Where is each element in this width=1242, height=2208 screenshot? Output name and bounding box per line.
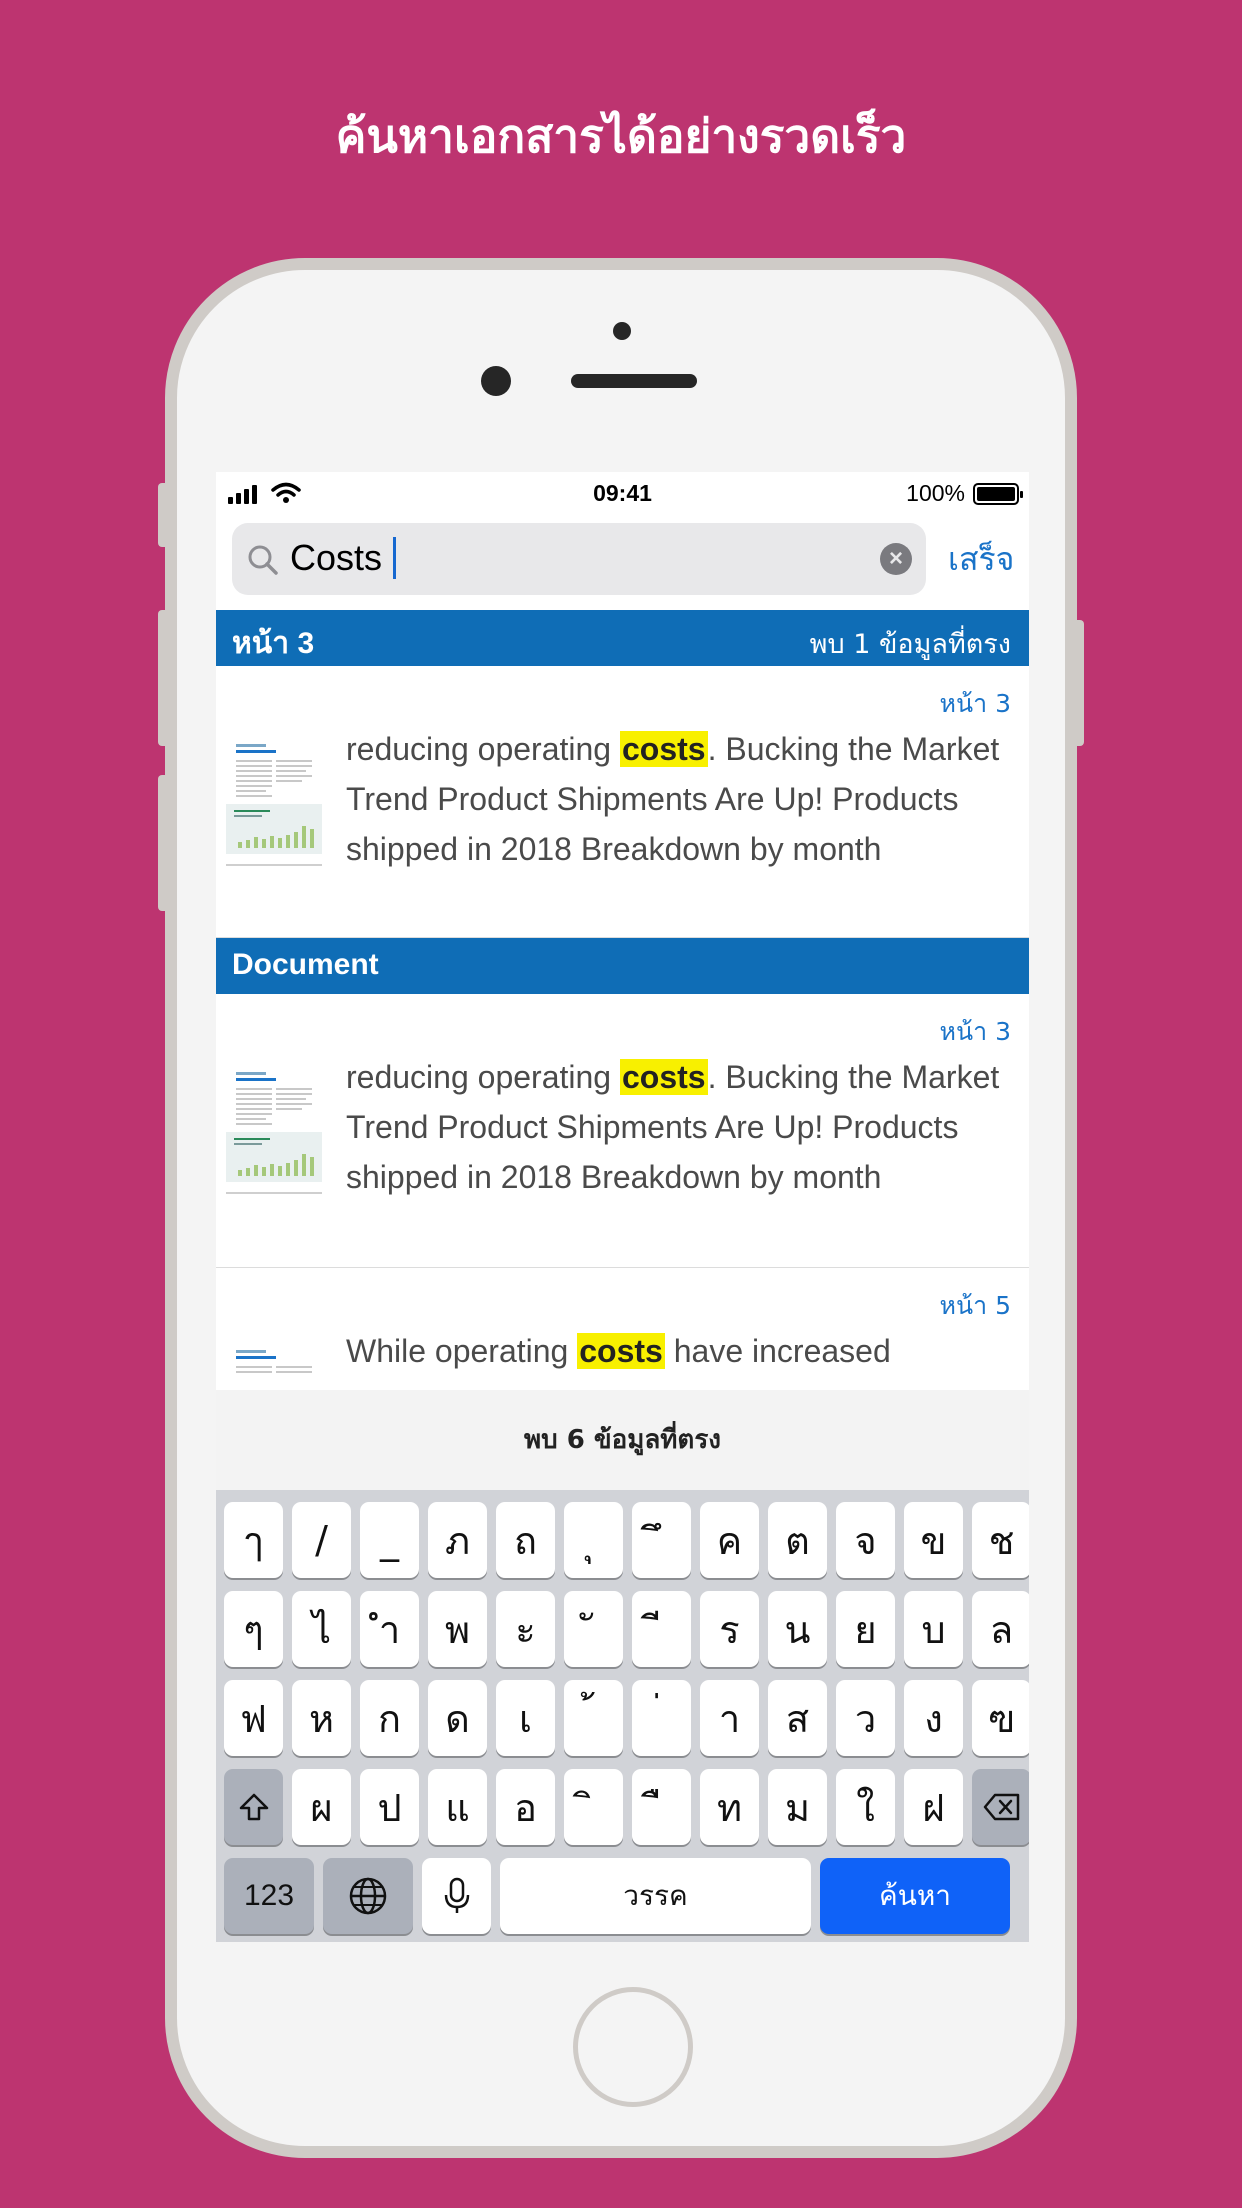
- search-key[interactable]: ค้นหา: [820, 1858, 1010, 1934]
- key[interactable]: ไ: [292, 1591, 351, 1667]
- key[interactable]: ว: [836, 1680, 895, 1756]
- key[interactable]: ป: [360, 1769, 419, 1845]
- key[interactable]: ิ: [564, 1769, 623, 1845]
- key[interactable]: ด: [428, 1680, 487, 1756]
- results-count-footer: พบ 6 ข้อมูลที่ตรง: [216, 1390, 1029, 1490]
- result-snippet: reducing operating costs. Bucking the Ma…: [346, 731, 1000, 867]
- page-thumbnail: [224, 736, 324, 876]
- key[interactable]: /: [292, 1502, 351, 1578]
- page-thumbnail: [224, 1064, 324, 1204]
- home-button[interactable]: [573, 1987, 693, 2107]
- key[interactable]: บ: [904, 1591, 963, 1667]
- key[interactable]: จ: [836, 1502, 895, 1578]
- text-cursor: [393, 537, 396, 579]
- section-match-count: พบ 1 ข้อมูลที่ตรง: [809, 629, 1011, 660]
- search-bar: × เสร็จ: [216, 516, 1029, 610]
- match-highlight: costs: [619, 731, 708, 767]
- key[interactable]: ย: [836, 1591, 895, 1667]
- section-header-page: หน้า 3 พบ 1 ข้อมูลที่ตรง: [216, 610, 1029, 666]
- keyboard-row-4: ผ ป แ อ ิ ื ท ม ใ ฝ: [224, 1769, 1029, 1845]
- globe-key[interactable]: [323, 1858, 413, 1934]
- key[interactable]: ี: [632, 1591, 691, 1667]
- result-page-label: หน้า 3: [939, 689, 1011, 718]
- search-field[interactable]: ×: [232, 523, 926, 595]
- result-snippet: reducing operating costs. Bucking the Ma…: [346, 1059, 1000, 1195]
- section-header-document: Document: [216, 938, 1029, 994]
- battery-icon: [973, 482, 1023, 505]
- shift-key[interactable]: [224, 1769, 283, 1845]
- key[interactable]: ใ: [836, 1769, 895, 1845]
- globe-icon: [349, 1877, 387, 1915]
- key[interactable]: า: [700, 1680, 759, 1756]
- keyboard-row-3: ฟ ห ก ด เ ้ ่ า ส ว ง ฃ: [224, 1680, 1029, 1756]
- key[interactable]: ้: [564, 1680, 623, 1756]
- key[interactable]: ่: [632, 1680, 691, 1756]
- shift-icon: [239, 1793, 268, 1821]
- key[interactable]: ๆ: [224, 1591, 283, 1667]
- key[interactable]: ถ: [496, 1502, 555, 1578]
- key[interactable]: ึ: [632, 1502, 691, 1578]
- result-page-label: หน้า 3: [939, 1017, 1011, 1046]
- status-bar: 09:41 100%: [216, 472, 1029, 516]
- key[interactable]: ค: [700, 1502, 759, 1578]
- key[interactable]: ฟ: [224, 1680, 283, 1756]
- key[interactable]: ฃ: [972, 1680, 1029, 1756]
- key[interactable]: ภ: [428, 1502, 487, 1578]
- key[interactable]: ง: [904, 1680, 963, 1756]
- thai-keyboard: ๅ / _ ภ ถ ุ ึ ค ต จ ข ช ๆ ไ ำ พ ะ ั ี ร …: [216, 1490, 1029, 1942]
- key[interactable]: ะ: [496, 1591, 555, 1667]
- result-page-label: หน้า 5: [939, 1291, 1011, 1320]
- search-input[interactable]: [290, 535, 850, 581]
- key[interactable]: ผ: [292, 1769, 351, 1845]
- key[interactable]: พ: [428, 1591, 487, 1667]
- front-camera: [481, 366, 511, 396]
- key[interactable]: อ: [496, 1769, 555, 1845]
- key[interactable]: ม: [768, 1769, 827, 1845]
- search-icon: [248, 545, 278, 575]
- clear-search-icon[interactable]: ×: [880, 543, 912, 575]
- done-button[interactable]: เสร็จ: [948, 534, 1014, 585]
- key[interactable]: ก: [360, 1680, 419, 1756]
- keyboard-row-2: ๆ ไ ำ พ ะ ั ี ร น ย บ ล: [224, 1591, 1029, 1667]
- result-snippet: While operating costs have increased: [346, 1333, 891, 1369]
- key[interactable]: ข: [904, 1502, 963, 1578]
- battery-percent: 100%: [906, 480, 965, 506]
- page-headline: ค้นหาเอกสารได้อย่างรวดเร็ว: [335, 109, 907, 163]
- key[interactable]: ห: [292, 1680, 351, 1756]
- microphone-icon: [444, 1877, 469, 1913]
- key[interactable]: ั: [564, 1591, 623, 1667]
- match-highlight: costs: [577, 1333, 665, 1369]
- key[interactable]: ช: [972, 1502, 1029, 1578]
- key[interactable]: ร: [700, 1591, 759, 1667]
- backspace-icon: [983, 1793, 1019, 1821]
- dictation-key[interactable]: [422, 1858, 491, 1934]
- key[interactable]: แ: [428, 1769, 487, 1845]
- front-sensor: [613, 322, 631, 340]
- backspace-key[interactable]: [972, 1769, 1029, 1845]
- key[interactable]: ฝ: [904, 1769, 963, 1845]
- search-result-item[interactable]: หน้า 3 reducing operating costs. Bucking…: [216, 994, 1029, 1268]
- key[interactable]: ื: [632, 1769, 691, 1845]
- numbers-key[interactable]: 123: [224, 1858, 314, 1934]
- key[interactable]: เ: [496, 1680, 555, 1756]
- earpiece-speaker: [571, 374, 697, 388]
- search-result-item[interactable]: หน้า 3 reducing operating costs. Bucking…: [216, 666, 1029, 938]
- key[interactable]: ส: [768, 1680, 827, 1756]
- key[interactable]: น: [768, 1591, 827, 1667]
- key[interactable]: ๅ: [224, 1502, 283, 1578]
- key[interactable]: _: [360, 1502, 419, 1578]
- match-highlight: costs: [619, 1059, 708, 1095]
- key[interactable]: ำ: [360, 1591, 419, 1667]
- key[interactable]: ต: [768, 1502, 827, 1578]
- space-key[interactable]: วรรค: [500, 1858, 811, 1934]
- app-screen: 09:41 100% × เสร็จ หน้า 3 พบ 1 ข้อมูลที่…: [216, 472, 1029, 1942]
- key[interactable]: ุ: [564, 1502, 623, 1578]
- key[interactable]: ท: [700, 1769, 759, 1845]
- keyboard-row-1: ๅ / _ ภ ถ ุ ึ ค ต จ ข ช: [224, 1502, 1029, 1578]
- section-title: หน้า 3: [232, 627, 315, 660]
- key[interactable]: ล: [972, 1591, 1029, 1667]
- section-title: Document: [232, 948, 379, 981]
- keyboard-row-5: 123 วรรค ค้นหา: [224, 1858, 1010, 1934]
